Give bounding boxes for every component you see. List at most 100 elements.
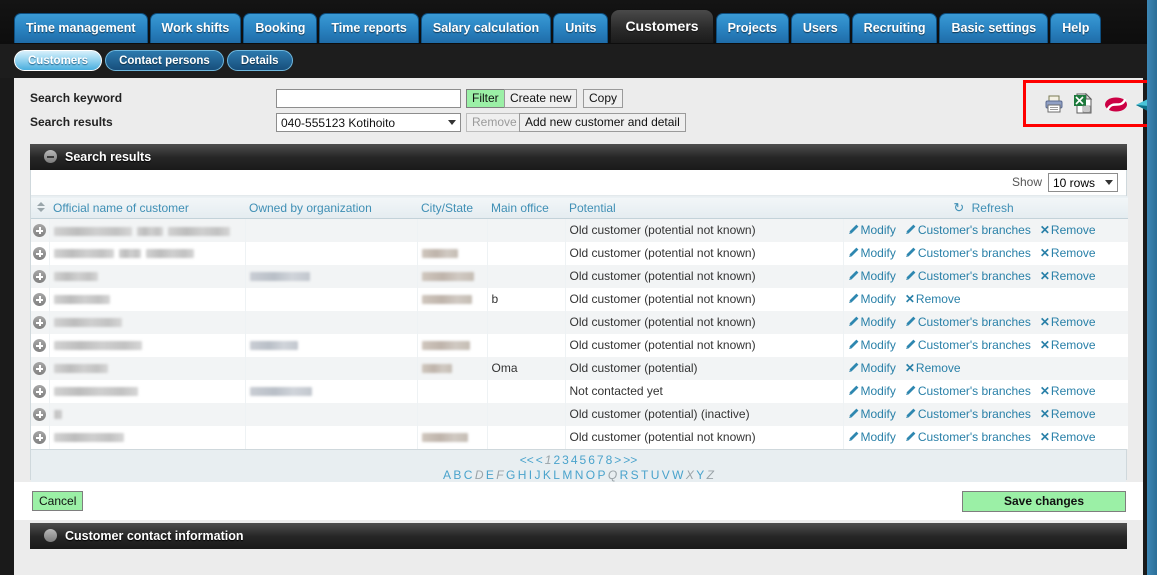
- customers-branches-link[interactable]: Customer's branches: [905, 430, 1031, 444]
- plus-icon[interactable]: [33, 247, 47, 260]
- save-changes-button[interactable]: Save changes: [962, 491, 1126, 512]
- main-tab-recruiting[interactable]: Recruiting: [851, 13, 938, 43]
- sort-column-header[interactable]: [31, 196, 49, 219]
- cancel-button[interactable]: Cancel: [32, 491, 84, 511]
- remove-link[interactable]: ✕Remove: [1040, 338, 1096, 352]
- alpha-filter-J[interactable]: J: [534, 468, 540, 482]
- expand-row-button[interactable]: [31, 287, 50, 311]
- sub-tab-customers[interactable]: Customers: [14, 50, 103, 71]
- remove-link[interactable]: ✕Remove: [905, 292, 961, 306]
- search-results-select[interactable]: 040-555123 Kotihoito: [276, 113, 461, 132]
- plus-icon[interactable]: [33, 293, 47, 306]
- pager-next[interactable]: >: [614, 453, 621, 467]
- expand-row-button[interactable]: [31, 310, 50, 334]
- table-row[interactable]: Old customer (potential not known) Modify…: [31, 333, 1128, 357]
- remove-link[interactable]: ✕Remove: [905, 361, 961, 375]
- alpha-filter-M[interactable]: M: [562, 468, 572, 482]
- add-new-customer-button[interactable]: Add new customer and detail: [519, 113, 686, 132]
- alpha-filter-P[interactable]: P: [597, 468, 605, 482]
- customers-branches-link[interactable]: Customer's branches: [905, 223, 1031, 237]
- column-header-main-office[interactable]: Main office: [487, 196, 565, 219]
- plus-icon[interactable]: [33, 362, 47, 375]
- alpha-filter-Y[interactable]: Y: [696, 468, 704, 482]
- plus-icon[interactable]: [33, 224, 47, 238]
- alpha-filter-I[interactable]: I: [529, 468, 532, 482]
- main-tab-booking[interactable]: Booking: [243, 13, 318, 43]
- plus-icon[interactable]: [33, 270, 47, 283]
- sub-tab-contact-persons[interactable]: Contact persons: [105, 50, 224, 71]
- plus-icon[interactable]: [33, 339, 47, 352]
- print-icon[interactable]: [1044, 95, 1064, 113]
- pager-last[interactable]: >>: [623, 453, 637, 467]
- main-tab-units[interactable]: Units: [553, 13, 609, 43]
- remove-link[interactable]: ✕Remove: [1040, 430, 1096, 444]
- pager-page-8[interactable]: 8: [606, 453, 613, 467]
- remove-link[interactable]: ✕Remove: [1040, 269, 1096, 283]
- customers-branches-link[interactable]: Customer's branches: [905, 384, 1031, 398]
- alpha-filter-R[interactable]: R: [620, 468, 629, 482]
- modify-link[interactable]: Modify: [848, 315, 896, 329]
- alpha-filter-U[interactable]: U: [651, 468, 660, 482]
- main-tab-help[interactable]: Help: [1050, 13, 1102, 43]
- modify-link[interactable]: Modify: [848, 384, 896, 398]
- column-header-potential[interactable]: Potential: [565, 196, 843, 219]
- modify-link[interactable]: Modify: [848, 223, 896, 237]
- pager-first[interactable]: <<: [520, 453, 534, 467]
- show-rows-select[interactable]: 10 rows: [1048, 173, 1118, 192]
- remove-link[interactable]: ✕Remove: [1040, 223, 1096, 237]
- main-tab-customers[interactable]: Customers: [610, 9, 714, 43]
- alpha-filter-O[interactable]: O: [586, 468, 595, 482]
- column-header-city[interactable]: City/State: [417, 196, 487, 219]
- customers-branches-link[interactable]: Customer's branches: [905, 269, 1031, 283]
- sort-arrows-icon[interactable]: [36, 201, 45, 212]
- pager-page-3[interactable]: 3: [562, 453, 569, 467]
- expand-row-button[interactable]: [31, 379, 50, 403]
- alpha-filter-S[interactable]: S: [631, 468, 639, 482]
- main-tab-time-reports[interactable]: Time reports: [319, 13, 419, 43]
- table-row[interactable]: b Old customer (potential not known) Modif…: [31, 287, 1128, 311]
- red-oval-icon[interactable]: [1104, 96, 1128, 113]
- remove-button[interactable]: Remove: [466, 113, 523, 132]
- main-tab-salary-calculation[interactable]: Salary calculation: [420, 13, 552, 43]
- expand-row-button[interactable]: [31, 241, 50, 265]
- search-keyword-input[interactable]: [276, 89, 461, 108]
- remove-link[interactable]: ✕Remove: [1040, 384, 1096, 398]
- alpha-filter-E[interactable]: E: [486, 468, 494, 482]
- main-tab-work-shifts[interactable]: Work shifts: [149, 13, 242, 43]
- modify-link[interactable]: Modify: [848, 292, 896, 306]
- alpha-filter-W[interactable]: W: [672, 468, 683, 482]
- alpha-filter-T[interactable]: T: [641, 468, 648, 482]
- filter-button[interactable]: Filter: [466, 89, 505, 108]
- pager-prev[interactable]: <: [536, 453, 543, 467]
- pager-page-4[interactable]: 4: [571, 453, 578, 467]
- remove-link[interactable]: ✕Remove: [1040, 246, 1096, 260]
- alpha-filter-G[interactable]: G: [506, 468, 515, 482]
- expand-row-button[interactable]: [31, 333, 50, 357]
- customers-branches-link[interactable]: Customer's branches: [905, 246, 1031, 260]
- alpha-filter-B[interactable]: B: [453, 468, 461, 482]
- table-row[interactable]: Not contacted yet Modify Customer's branch…: [31, 379, 1128, 403]
- remove-link[interactable]: ✕Remove: [1040, 315, 1096, 329]
- column-header-name[interactable]: Official name of customer: [49, 196, 245, 219]
- pager-page-5[interactable]: 5: [580, 453, 587, 467]
- main-tab-users[interactable]: Users: [790, 13, 850, 43]
- table-row[interactable]: Old customer (potential not known) Modify…: [31, 425, 1128, 449]
- table-row[interactable]: Old customer (potential not known) Modify…: [31, 264, 1128, 288]
- table-row[interactable]: Old customer (potential) (inactive) Modif…: [31, 402, 1128, 426]
- collapse-icon[interactable]: [44, 150, 57, 163]
- customers-branches-link[interactable]: Customer's branches: [905, 407, 1031, 421]
- excel-export-icon[interactable]: [1074, 92, 1094, 114]
- collapse-icon[interactable]: [44, 529, 57, 542]
- sub-tab-details[interactable]: Details: [226, 50, 293, 71]
- modify-link[interactable]: Modify: [848, 246, 896, 260]
- alpha-filter-H[interactable]: H: [518, 468, 527, 482]
- pager-page-6[interactable]: 6: [588, 453, 595, 467]
- pager-page-2[interactable]: 2: [553, 453, 560, 467]
- main-tab-basic-settings[interactable]: Basic settings: [939, 13, 1049, 43]
- alpha-filter-L[interactable]: L: [553, 468, 560, 482]
- expand-row-button[interactable]: [31, 218, 50, 242]
- modify-link[interactable]: Modify: [848, 338, 896, 352]
- expand-row-button[interactable]: [31, 264, 50, 288]
- main-tab-projects[interactable]: Projects: [715, 13, 789, 43]
- pager-page-7[interactable]: 7: [597, 453, 604, 467]
